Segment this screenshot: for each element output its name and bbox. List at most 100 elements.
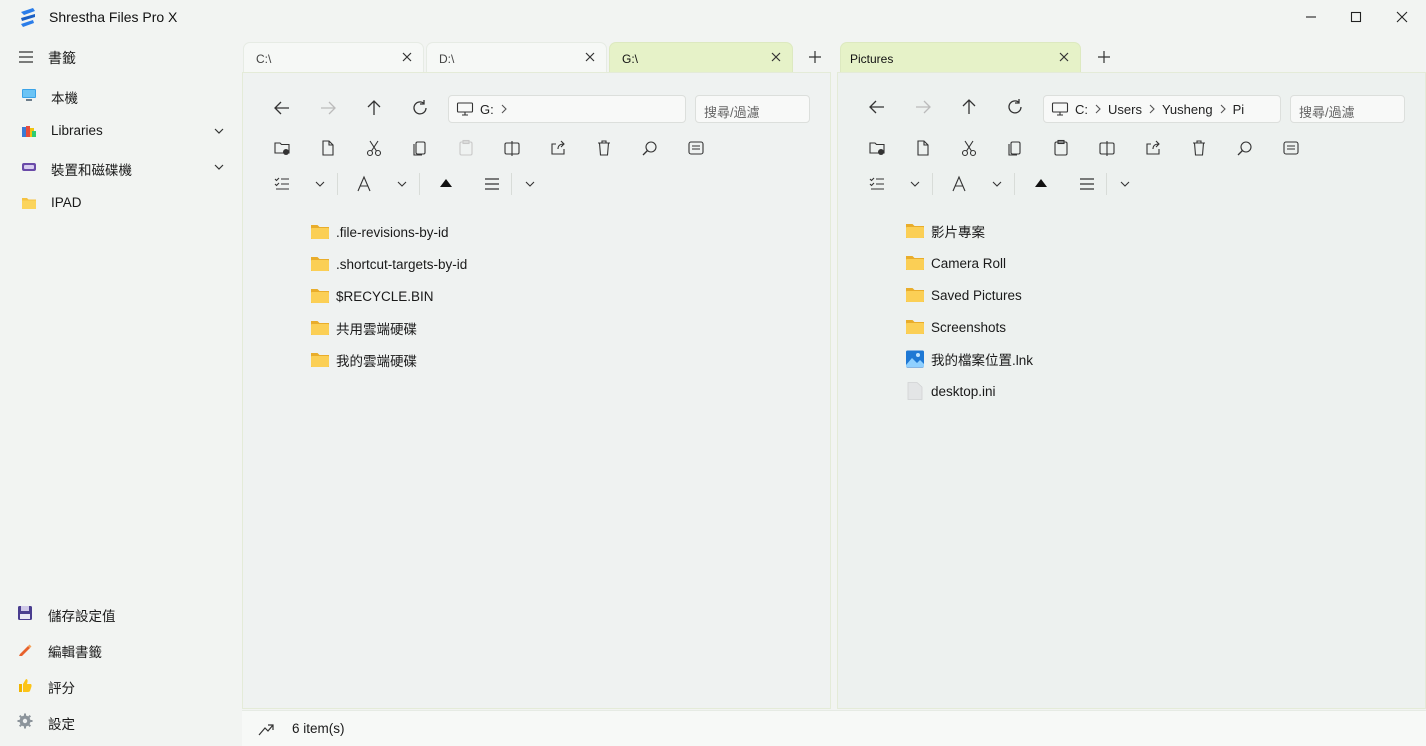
folder-icon	[906, 320, 924, 334]
bookmarks-title: 書籤	[48, 50, 76, 66]
cut-icon[interactable]	[960, 139, 978, 157]
save-settings-button[interactable]: 儲存設定值	[10, 596, 232, 630]
file-name: .shortcut-targets-by-id	[336, 256, 468, 272]
chevron-down-icon[interactable]	[212, 160, 226, 174]
close-window-button[interactable]	[1379, 0, 1425, 33]
list-item[interactable]: Screenshots	[905, 314, 1006, 340]
list-item[interactable]: .shortcut-targets-by-id	[310, 251, 467, 277]
breadcrumb-segment[interactable]: Users	[1108, 102, 1142, 117]
sort-triangle-icon[interactable]	[1032, 175, 1050, 193]
left-pane: G: 搜尋/過濾 .file-revisions-by-id .shortcut…	[242, 72, 831, 709]
breadcrumb-segment[interactable]: C:	[1075, 102, 1088, 117]
rename-icon[interactable]	[1098, 139, 1116, 157]
paste-icon[interactable]	[457, 139, 475, 157]
edit-bookmarks-button[interactable]: 編輯書籤	[10, 632, 232, 666]
font-icon[interactable]	[950, 175, 968, 193]
list-item[interactable]: Saved Pictures	[905, 282, 1022, 308]
share-icon[interactable]	[549, 139, 567, 157]
breadcrumb-segment[interactable]: G:	[480, 102, 494, 117]
list-item[interactable]: .file-revisions-by-id	[310, 219, 449, 245]
chevron-down-icon[interactable]	[311, 175, 329, 193]
computer-icon	[1051, 102, 1069, 116]
up-arrow-icon[interactable]	[959, 97, 979, 117]
tab-pictures[interactable]: Pictures	[840, 42, 1081, 72]
address-bar[interactable]: G:	[448, 95, 686, 123]
rate-button[interactable]: 評分	[10, 668, 232, 702]
new-file-icon[interactable]	[319, 139, 337, 157]
select-list-icon[interactable]	[868, 175, 886, 193]
sidebar-item-libraries[interactable]: Libraries	[10, 114, 232, 148]
app-title: Shrestha Files Pro X	[49, 9, 178, 25]
settings-button[interactable]: 設定	[10, 704, 232, 738]
search-icon[interactable]	[1236, 139, 1254, 157]
select-list-icon[interactable]	[273, 175, 291, 193]
chevron-down-icon[interactable]	[393, 175, 411, 193]
back-arrow-icon[interactable]	[272, 98, 292, 118]
font-icon[interactable]	[355, 175, 373, 193]
minimize-button[interactable]	[1288, 0, 1334, 33]
address-bar[interactable]: C: Users Yusheng Pi	[1043, 95, 1281, 123]
list-item[interactable]: desktop.ini	[905, 378, 996, 404]
list-item[interactable]: Camera Roll	[905, 250, 1006, 276]
sidebar: 書籤 本機 Libraries 裝置和磁碟機 IPAD 儲存設定值 編輯書籤 評…	[0, 34, 241, 746]
sidebar-item-ipad[interactable]: IPAD	[10, 186, 232, 220]
paste-icon[interactable]	[1052, 139, 1070, 157]
cut-icon[interactable]	[365, 139, 383, 157]
search-input[interactable]: 搜尋/過濾	[1290, 95, 1405, 123]
sort-triangle-icon[interactable]	[437, 175, 455, 193]
tab-g-drive[interactable]: G:\	[609, 42, 793, 72]
chevron-down-icon[interactable]	[988, 175, 1006, 193]
up-arrow-icon[interactable]	[364, 98, 384, 118]
list-item[interactable]: 共用雲端硬碟	[310, 315, 417, 341]
delete-icon[interactable]	[595, 139, 613, 157]
close-tab-icon[interactable]	[1058, 51, 1070, 63]
list-item[interactable]: 我的檔案位置.lnk	[905, 346, 1033, 372]
sidebar-item-devices[interactable]: 裝置和磁碟機	[10, 150, 232, 184]
search-input[interactable]: 搜尋/過濾	[695, 95, 810, 123]
forward-arrow-icon[interactable]	[318, 98, 338, 118]
share-icon[interactable]	[1144, 139, 1162, 157]
close-tab-icon[interactable]	[770, 51, 782, 63]
tab-d-drive[interactable]: D:\	[426, 42, 607, 72]
view-list-icon[interactable]	[483, 175, 501, 193]
file-name: 我的雲端硬碟	[336, 354, 417, 369]
sidebar-item-label: 裝置和磁碟機	[51, 163, 132, 178]
properties-icon[interactable]	[1282, 139, 1300, 157]
folder-icon	[311, 257, 329, 271]
breadcrumb-segment[interactable]: Pi	[1233, 102, 1245, 117]
properties-icon[interactable]	[687, 139, 705, 157]
tab-c-drive[interactable]: C:\	[243, 42, 424, 72]
chevron-down-icon[interactable]	[906, 175, 924, 193]
rename-icon[interactable]	[503, 139, 521, 157]
delete-icon[interactable]	[1190, 139, 1208, 157]
sidebar-item-this-pc[interactable]: 本機	[10, 78, 232, 112]
close-tab-icon[interactable]	[584, 51, 596, 63]
back-arrow-icon[interactable]	[867, 97, 887, 117]
refresh-icon[interactable]	[410, 98, 430, 118]
copy-icon[interactable]	[1006, 139, 1024, 157]
new-folder-icon[interactable]	[868, 139, 886, 157]
new-file-icon[interactable]	[914, 139, 932, 157]
view-list-icon[interactable]	[1078, 175, 1096, 193]
trending-up-icon[interactable]	[257, 720, 275, 738]
add-tab-button[interactable]	[1094, 47, 1114, 67]
add-tab-button[interactable]	[805, 47, 825, 67]
list-item[interactable]: 我的雲端硬碟	[310, 347, 417, 373]
close-tab-icon[interactable]	[401, 51, 413, 63]
chevron-down-icon[interactable]	[212, 124, 226, 138]
chevron-right-icon	[1220, 104, 1226, 114]
maximize-button[interactable]	[1333, 0, 1379, 33]
forward-arrow-icon[interactable]	[913, 97, 933, 117]
breadcrumb-segment[interactable]: Yusheng	[1162, 102, 1213, 117]
hamburger-menu-icon[interactable]	[18, 50, 34, 64]
new-folder-icon[interactable]	[273, 139, 291, 157]
copy-icon[interactable]	[411, 139, 429, 157]
chevron-down-icon[interactable]	[1116, 175, 1134, 193]
sidebar-item-label: 本機	[51, 91, 78, 106]
refresh-icon[interactable]	[1005, 97, 1025, 117]
chevron-down-icon[interactable]	[521, 175, 539, 193]
list-item[interactable]: $RECYCLE.BIN	[310, 283, 434, 309]
list-item[interactable]: 影片專案	[905, 218, 985, 244]
search-icon[interactable]	[641, 139, 659, 157]
computer-icon	[456, 102, 474, 116]
